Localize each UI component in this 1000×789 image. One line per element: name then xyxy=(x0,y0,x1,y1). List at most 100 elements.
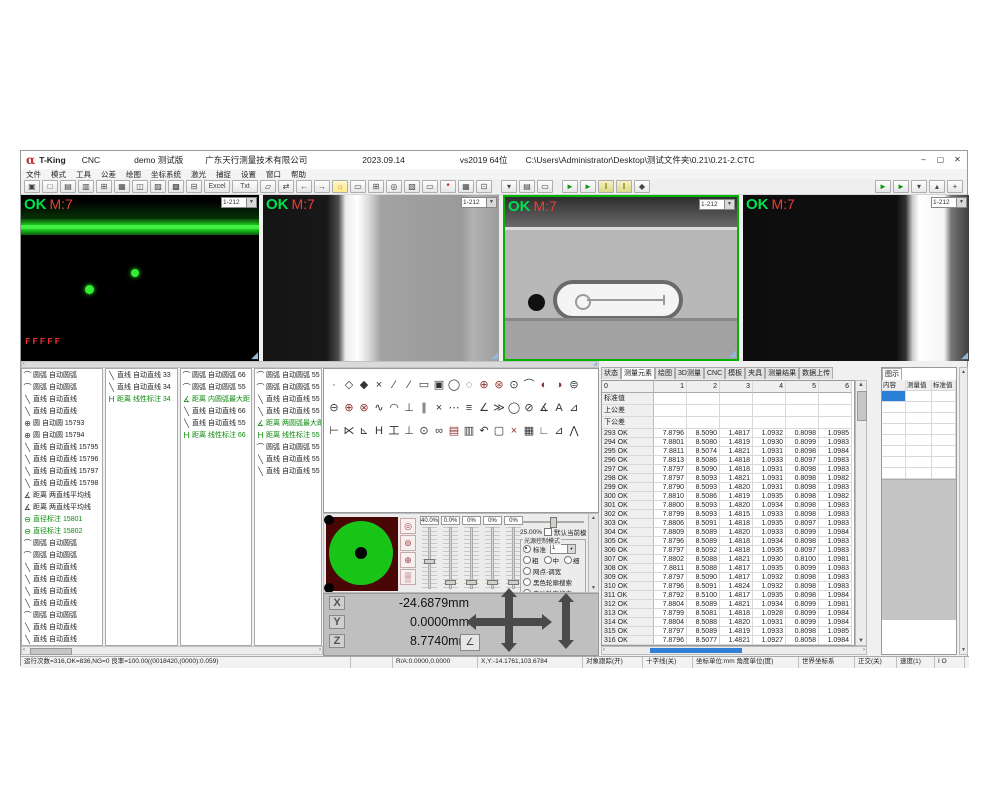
table-row[interactable] xyxy=(882,457,956,468)
table-row[interactable] xyxy=(882,435,956,446)
measure-tool-icon[interactable]: × xyxy=(432,401,446,415)
list-item[interactable]: ⌒ 圆弧 自动圆弧 xyxy=(22,609,102,621)
list-item[interactable]: ╲ 直线 自动直线 15797 xyxy=(22,465,102,477)
menu-item[interactable]: 工具 xyxy=(71,169,96,180)
toolbar-button[interactable]: ▾ xyxy=(501,180,517,193)
table-row[interactable]: 309 OK 7.8797 8.5090 1.4817 1.0932 0.809… xyxy=(602,573,854,582)
measure-tool-icon[interactable]: ↶ xyxy=(477,424,491,438)
scroll-down-icon[interactable]: ▼ xyxy=(856,638,866,644)
table-row[interactable]: 295 OK 7.8811 8.5074 1.4821 1.0931 0.809… xyxy=(602,447,854,456)
camera-view-stripe[interactable]: OK M:7 1-212 ▼ ◢ xyxy=(743,195,969,361)
list-item[interactable]: ╲ 直线 自动直线 55 xyxy=(255,393,321,405)
table-row[interactable]: 300 OK 7.8810 8.5086 1.4819 1.0935 0.809… xyxy=(602,492,854,501)
camera-view-edge[interactable]: OK M:7 1-212 ▼ ◢ xyxy=(263,195,499,361)
measure-tool-icon[interactable]: ∟ xyxy=(537,424,551,438)
resize-grip-icon[interactable]: ◢ xyxy=(961,350,968,361)
list-item[interactable]: ⌒ 圆弧 自动圆弧 55 xyxy=(255,369,321,381)
measure-tool-icon[interactable]: ⊥ xyxy=(402,424,416,438)
measure-tool-icon[interactable]: ∿ xyxy=(372,401,386,415)
camera-view-part-selected[interactable]: OK M:7 1-212 ▼ ◢ xyxy=(503,195,739,361)
default-mode-checkbox[interactable] xyxy=(544,528,552,536)
table-tab[interactable]: 测量元素 xyxy=(621,367,655,379)
resize-grip-icon[interactable]: ◢ xyxy=(593,362,597,367)
scrollbar-thumb[interactable] xyxy=(650,648,742,653)
chevron-down-icon[interactable]: ▼ xyxy=(956,198,966,207)
table-row[interactable]: 315 OK 7.8797 8.5089 1.4819 1.0933 0.809… xyxy=(602,627,854,636)
mode-radio[interactable] xyxy=(523,578,531,586)
toolbar-button[interactable]: ▭ xyxy=(350,180,366,193)
mode-option[interactable]: 黑色轮廓搜索 xyxy=(523,577,583,587)
ring-light-preview[interactable] xyxy=(326,517,398,591)
mode-option[interactable]: 网点-调宽 xyxy=(523,566,583,576)
measure-tool-icon[interactable]: ⋯ xyxy=(447,401,461,415)
resize-grip-icon[interactable]: ◢ xyxy=(491,350,498,361)
list-item[interactable]: ∡ 距离 两圆弧最大距 xyxy=(255,417,321,429)
mode-option[interactable]: 细 xyxy=(564,555,580,565)
scroll-up-icon[interactable]: ▲ xyxy=(856,382,866,388)
measure-tool-icon[interactable]: ∡ xyxy=(537,401,551,415)
measure-tool-icon[interactable]: ◌ xyxy=(462,378,476,392)
measure-tool-icon[interactable]: ∞ xyxy=(432,424,446,438)
toolbar-button[interactable]: ▦ xyxy=(458,180,474,193)
scroll-right-icon[interactable]: › xyxy=(319,647,321,654)
maximize-button[interactable]: ▢ xyxy=(933,153,948,166)
table-row[interactable]: 306 OK 7.8797 8.5092 1.4818 1.0935 0.809… xyxy=(602,546,854,555)
list-item[interactable]: ╲ 直线 自动直线 55 xyxy=(255,453,321,465)
mode-radio[interactable] xyxy=(523,556,531,564)
measure-tool-icon[interactable]: ⊿ xyxy=(552,424,566,438)
measure-tool-icon[interactable]: ⊕ xyxy=(477,378,491,392)
menu-item[interactable]: 绘图 xyxy=(121,169,146,180)
table-row[interactable]: 314 OK 7.8804 8.5088 1.4820 1.0931 0.809… xyxy=(602,618,854,627)
table-row[interactable]: 296 OK 7.8813 8.5086 1.4818 1.0933 0.809… xyxy=(602,456,854,465)
list-item[interactable]: ╲ 直线 自动直线 33 xyxy=(106,369,177,381)
toolbar-button[interactable]: ◎ xyxy=(386,180,402,193)
toolbar-button[interactable]: ▥ xyxy=(78,180,94,193)
menu-item[interactable]: 模式 xyxy=(46,169,71,180)
measure-tool-icon[interactable]: ⊿ xyxy=(567,401,581,415)
toolbar-button[interactable]: ▴ xyxy=(929,180,945,193)
measure-tool-icon[interactable]: ⊘ xyxy=(522,401,536,415)
lens-select[interactable]: 1-212 ▼ xyxy=(461,197,497,208)
table-row[interactable]: 303 OK 7.8806 8.5091 1.4818 1.0935 0.809… xyxy=(602,519,854,528)
mode-option[interactable]: 中 xyxy=(544,555,560,565)
slider-track[interactable] xyxy=(422,527,437,589)
list-item[interactable]: ⌒ 圆弧 自动圆弧 66 xyxy=(181,369,251,381)
toolbar-button[interactable]: ⊞ xyxy=(96,180,112,193)
measure-tool-icon[interactable]: ∥ xyxy=(417,401,431,415)
menu-item[interactable]: 捕捉 xyxy=(211,169,236,180)
menu-item[interactable]: 窗口 xyxy=(261,169,286,180)
measure-tool-icon[interactable]: ⊙ xyxy=(417,424,431,438)
table-vertical-scrollbar[interactable]: ▲ ▼ xyxy=(855,380,867,646)
measure-tool-icon[interactable]: ◇ xyxy=(342,378,356,392)
toolbar-button[interactable]: ► xyxy=(875,180,891,193)
list-item[interactable]: ⊖ 直径标注 15801 xyxy=(22,513,102,525)
slider-track[interactable] xyxy=(485,527,500,589)
measure-tool-icon[interactable]: ◆ xyxy=(357,378,371,392)
table-row[interactable]: 311 OK 7.8792 8.5100 1.4817 1.0935 0.809… xyxy=(602,591,854,600)
list-item[interactable]: ⌒ 圆弧 自动圆弧 xyxy=(22,369,102,381)
table-row[interactable]: 297 OK 7.8797 8.5090 1.4818 1.0931 0.809… xyxy=(602,465,854,474)
table-tab[interactable]: 3D测量 xyxy=(675,367,704,379)
table-row[interactable]: 293 OK 7.8796 8.5090 1.4817 1.0932 0.809… xyxy=(602,429,854,438)
list-item[interactable]: ⊕ 圆 自动圆 15793 xyxy=(22,417,102,429)
close-button[interactable]: ✕ xyxy=(950,153,965,166)
toolbar-button[interactable]: ← xyxy=(296,180,312,193)
table-row[interactable]: 302 OK 7.8799 8.5093 1.4815 1.0933 0.809… xyxy=(602,510,854,519)
toolbar-button[interactable]: ▩ xyxy=(168,180,184,193)
measure-tool-icon[interactable]: ⊕ xyxy=(342,401,356,415)
toolbar-button[interactable]: ▾ xyxy=(911,180,927,193)
chevron-down-icon[interactable]: ▼ xyxy=(246,198,256,207)
lens-select[interactable]: 1-212 ▼ xyxy=(699,199,735,210)
scroll-down-icon[interactable]: ▼ xyxy=(960,647,967,653)
mode-option[interactable]: 粗 xyxy=(523,555,539,565)
table-row[interactable]: 310 OK 7.8796 8.5091 1.4824 1.0932 0.809… xyxy=(602,582,854,591)
table-tab[interactable]: 绘图 xyxy=(655,367,675,379)
measure-tool-icon[interactable]: ≡ xyxy=(462,401,476,415)
scroll-right-icon[interactable]: › xyxy=(863,647,865,654)
list-item[interactable]: H 距离 线性标注 66 xyxy=(181,429,251,441)
hslider-thumb[interactable] xyxy=(550,517,557,528)
list-item[interactable]: ⊖ 直径标注 15802 xyxy=(22,525,102,537)
scroll-up-icon[interactable]: ▲ xyxy=(960,369,967,375)
panel-scroll-strip[interactable]: ‹ ◢ xyxy=(21,361,599,368)
mode-radio[interactable] xyxy=(564,556,572,564)
